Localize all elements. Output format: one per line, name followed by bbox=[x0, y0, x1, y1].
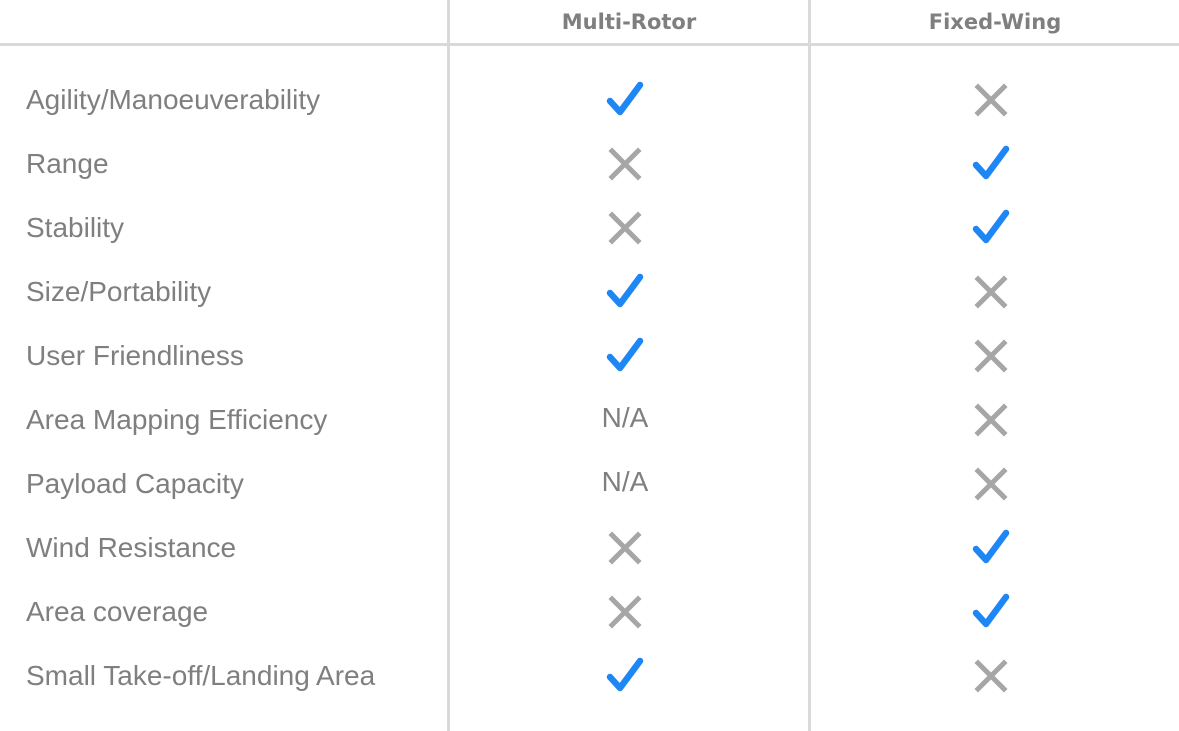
header-divider bbox=[0, 43, 1179, 46]
cross-icon bbox=[450, 580, 800, 644]
checkmark-icon-shape bbox=[972, 209, 1010, 244]
column-header-multi-rotor: Multi-Rotor bbox=[561, 10, 697, 34]
table-row: Wind Resistance bbox=[0, 516, 1179, 580]
checkmark-icon-shape bbox=[972, 593, 1010, 628]
row-label: Area Mapping Efficiency bbox=[26, 404, 328, 435]
checkmark-icon bbox=[450, 324, 800, 388]
table-row: Size/Portability bbox=[0, 260, 1179, 324]
checkmark-icon-shape bbox=[606, 657, 644, 692]
checkmark-icon bbox=[811, 516, 1171, 580]
cross-icon bbox=[450, 196, 800, 260]
checkmark-icon-shape bbox=[606, 81, 644, 116]
row-label: Wind Resistance bbox=[26, 532, 237, 563]
column-header-fixed-wing: Fixed-Wing bbox=[928, 10, 1062, 34]
checkmark-icon bbox=[450, 68, 800, 132]
cross-icon bbox=[811, 68, 1171, 132]
cross-icon-shape bbox=[974, 403, 1008, 437]
row-label: Payload Capacity bbox=[26, 468, 244, 499]
cross-icon bbox=[811, 324, 1171, 388]
table-row: Stability bbox=[0, 196, 1179, 260]
not-applicable-text: N/A bbox=[601, 402, 649, 433]
row-label: Stability bbox=[26, 212, 125, 243]
cross-icon-shape bbox=[974, 275, 1008, 309]
table-row: Payload Capacity N/A bbox=[0, 452, 1179, 516]
row-label: Area coverage bbox=[26, 596, 209, 627]
checkmark-icon bbox=[811, 196, 1171, 260]
row-label: Small Take-off/Landing Area bbox=[26, 660, 376, 691]
table-row: Small Take-off/Landing Area bbox=[0, 644, 1179, 708]
cross-icon bbox=[811, 452, 1171, 516]
cross-icon bbox=[811, 260, 1171, 324]
checkmark-icon-shape bbox=[606, 273, 644, 308]
cross-icon-shape bbox=[974, 467, 1008, 501]
checkmark-icon bbox=[450, 644, 800, 708]
cross-icon-shape bbox=[974, 339, 1008, 373]
table-row: Area coverage bbox=[0, 580, 1179, 644]
table-row: Range bbox=[0, 132, 1179, 196]
checkmark-icon bbox=[450, 260, 800, 324]
table-row: Area Mapping Efficiency N/A bbox=[0, 388, 1179, 452]
cross-icon-shape bbox=[974, 659, 1008, 693]
table-row: Agility/Manoeuverability bbox=[0, 68, 1179, 132]
checkmark-icon-shape bbox=[972, 529, 1010, 564]
row-label: Agility/Manoeuverability bbox=[26, 84, 321, 115]
cross-icon-shape bbox=[608, 147, 642, 181]
cross-icon-shape bbox=[608, 531, 642, 565]
row-label: Size/Portability bbox=[26, 276, 212, 307]
cross-icon bbox=[811, 388, 1171, 452]
checkmark-icon-shape bbox=[606, 337, 644, 372]
checkmark-icon bbox=[811, 580, 1171, 644]
cross-icon bbox=[450, 132, 800, 196]
cross-icon-shape bbox=[608, 595, 642, 629]
cross-icon bbox=[450, 516, 800, 580]
table-row: User Friendliness bbox=[0, 324, 1179, 388]
row-label: Range bbox=[26, 148, 109, 179]
row-label: User Friendliness bbox=[26, 340, 244, 371]
checkmark-icon bbox=[811, 132, 1171, 196]
cross-icon bbox=[811, 644, 1171, 708]
cross-icon-shape bbox=[608, 211, 642, 245]
checkmark-icon-shape bbox=[972, 145, 1010, 180]
cross-icon-shape bbox=[974, 83, 1008, 117]
not-applicable-text: N/A bbox=[601, 466, 649, 497]
